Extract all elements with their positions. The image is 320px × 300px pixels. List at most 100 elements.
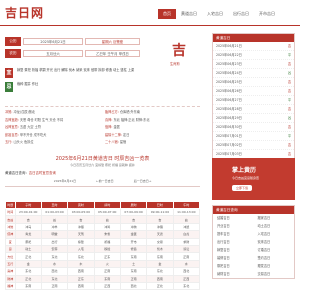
yiji-panel: 宜 嫁娶 祭祀 祈福 求嗣 开光 出行 解除 伐木 纳采 安床 冠带 拆卸 修造… [5, 68, 200, 94]
promo-title: 掌上黄历 [232, 167, 257, 174]
detail-line: 胎神占方: 仓库栖 外东南 [105, 110, 140, 114]
tab-today[interactable]: 2025年6月21日 [54, 179, 76, 183]
table-cell: 正南 [172, 252, 201, 261]
detail-line: 冲煞: 冲龙(戊辰)煞北 [5, 110, 36, 114]
nongli-ganzhi: 乙巳年 壬午月 甲戌日 [85, 50, 140, 57]
sidebar-query-link[interactable]: 嫁娶吉日 [213, 246, 254, 254]
sidebar-query-link[interactable]: 装修吉日 [213, 254, 254, 262]
sidebar-day-item[interactable]: 2025年06月25日 吉 [213, 78, 294, 87]
nav-item-home[interactable]: 首页 [158, 9, 176, 19]
sidebar-day-status: 平 [287, 134, 291, 138]
table-cell: 移徙 [93, 244, 121, 254]
sidebar-query-link[interactable]: 入宅吉日 [254, 230, 295, 238]
query-link[interactable]: 吉日吉时宜忌查询 [29, 171, 56, 175]
sidebar-query-link[interactable]: 纳财吉日 [213, 270, 254, 278]
table-cell: 明堂 [40, 230, 69, 239]
table-cell: 东南 [146, 252, 174, 261]
sidebar-day-item[interactable]: 2025年06月21日 吉 [213, 42, 294, 51]
gongli-tag: 公历 [5, 37, 21, 46]
table-row: 财神 正北 东北 正东 东南 正南 西南 正西 [5, 274, 201, 283]
table-cell: 西北 [172, 267, 201, 276]
detail-line: 二十八宿: 星宿 [105, 140, 127, 144]
table-cell: 入宅 [67, 244, 95, 254]
app-promo-banner[interactable]: 掌上黄历 今日吉凶宜忌随身查 立即下载 [212, 158, 295, 200]
site-header: 吉日网 首页 黄道吉日 入宅吉日 出行吉日 开市吉日 [0, 0, 300, 28]
sidebar-day-item[interactable]: 2025年06月28日 吉 [213, 105, 294, 114]
detail-line: 值神: 金匮 [105, 125, 120, 129]
sidebar-query-link[interactable]: 动土吉日 [254, 222, 295, 230]
detail-line: 喜神: 东北 福神:正北 财神:东北 [105, 117, 150, 122]
sidebar-day-item[interactable]: 2025年06月22日 平 [213, 51, 294, 60]
sidebar-day-item[interactable]: 2025年06月30日 吉 [213, 123, 294, 132]
nongli-date-select[interactable]: 五月廿六 [23, 50, 83, 57]
sidebar-query-link[interactable]: 结婚吉日 [213, 214, 254, 222]
sidebar-day-item[interactable]: 2025年07月01日 平 [213, 132, 294, 141]
sidebar-query-link[interactable]: 搬家吉日 [254, 214, 295, 222]
sidebar-day-item[interactable]: 2025年06月27日 平 [213, 96, 294, 105]
sidebar-query-link[interactable]: 签约吉日 [254, 254, 295, 262]
sidebar-day-date: 2025年06月29日 [216, 116, 242, 120]
sidebar-query-link[interactable]: 开业吉日 [213, 222, 254, 230]
site-logo[interactable]: 吉日网 [5, 4, 44, 21]
sidebar-query-link[interactable]: 祭祀吉日 [213, 262, 254, 270]
section-subtitle: 今日农历五月廿六 宜嫁娶 祭祀 祈福 忌栽种 掘井 [70, 163, 135, 167]
nav-item-ruzhai[interactable]: 入宅吉日 [202, 9, 228, 19]
table-header: 丑时 [40, 201, 69, 209]
sidebar-day-status: 平 [287, 98, 291, 102]
table-cell: 正西 [93, 281, 121, 291]
table-cell: 交易 [146, 237, 174, 246]
table-cell: 东北 [40, 274, 69, 283]
sidebar-day-item[interactable]: 2025年06月24日 凶 [213, 69, 294, 78]
sidebar-day-item[interactable]: 2025年06月23日 吉 [213, 60, 294, 69]
sidebar-day-item[interactable]: 2025年07月02日 吉 [213, 141, 294, 150]
table-cell: 土 [119, 259, 148, 269]
promo-download-button[interactable]: 立即下载 [232, 185, 253, 191]
nav-item-huangdao[interactable]: 黄道吉日 [176, 9, 202, 19]
table-cell: 东南 [14, 281, 42, 291]
sidebar-day-date: 2025年06月26日 [216, 89, 242, 93]
table-cell: 01:00-03:00 [40, 207, 69, 217]
sidebar-day-item[interactable]: 2025年06月29日 凶 [213, 114, 294, 123]
table-cell: 开市 [119, 237, 148, 246]
table-header: 卯时 [93, 201, 121, 209]
table-cell: 天德 [146, 230, 174, 239]
table-cell: 求财 [172, 237, 201, 246]
sidebar-day-date: 2025年06月28日 [216, 107, 242, 111]
ji-text: 栽种 掘井 作灶 [17, 82, 39, 86]
sidebar-query-link[interactable]: 提车吉日 [213, 230, 254, 238]
table-cell: 水 [40, 259, 69, 269]
table-cell: 伐木 [146, 244, 174, 254]
gongli-date-select[interactable]: 2025年6月21日 [23, 38, 83, 45]
table-cell: 09:00-11:00 [146, 207, 174, 217]
table-cell: 东南 [119, 267, 148, 276]
yi-text: 嫁娶 祭祀 祈福 求嗣 开光 出行 解除 伐木 纳采 安床 冠带 拆卸 修造 动… [17, 68, 135, 72]
table-cell: 冲鸡 [93, 222, 121, 232]
detail-line: 建除十二神: 定日 [105, 132, 130, 137]
sidebar-query-link[interactable]: 出行吉日 [213, 238, 254, 246]
sidebar-query-grid: 结婚吉日 搬家吉日 开业吉日 动土吉日 提车吉日 入宅吉日 出行吉日 安床吉日 嫁娶吉日 订婚吉日… [213, 214, 294, 278]
section-title: 2025年6月21日黄道吉日 时辰吉凶一览表 [55, 156, 150, 162]
sidebar-query-link[interactable]: 交易吉日 [254, 270, 295, 278]
sidebar-query-box: 黄道吉日查询 结婚吉日 搬家吉日 开业吉日 动土吉日 提车吉日 入宅吉日 出行吉日 安床吉日嫁… [212, 205, 295, 279]
sidebar-day-date: 2025年07月03日 [216, 152, 242, 156]
table-cell: 东南 [93, 274, 121, 283]
tab-prev-day[interactable]: ←前一日吉日 [96, 179, 114, 183]
table-cell: 03:00-05:00 [67, 207, 95, 217]
sidebar-day-date: 2025年06月30日 [216, 125, 242, 129]
table-cell: 西南 [67, 267, 95, 276]
details-right-column: 胎神占方: 仓库栖 外东南 喜神: 东北 福神:正北 财神:东北 值神: 金匮 … [105, 109, 200, 147]
sidebar-query-link[interactable]: 安床吉日 [254, 238, 295, 246]
nav-item-chuxing[interactable]: 出行吉日 [228, 9, 254, 19]
table-cell: 正东 [67, 274, 95, 283]
table-row: 喜神 东北 西北 西南 正南 东南 东北 西北 [5, 267, 201, 276]
sidebar-query-link[interactable]: 理发吉日 [254, 262, 295, 270]
sidebar-day-item[interactable]: 2025年06月26日 吉 [213, 87, 294, 96]
table-cell: 正北 [14, 274, 42, 283]
nav-item-kaishi[interactable]: 开市吉日 [254, 9, 280, 19]
table-cell: 宜 [5, 237, 16, 246]
table-cell: 天刑 [67, 230, 95, 239]
tab-next-day[interactable]: 后一日吉日→ [134, 179, 152, 183]
sidebar-day-status: 平 [287, 53, 291, 57]
sidebar-query-link[interactable]: 订婚吉日 [254, 246, 295, 254]
table-cell: 西北 [119, 281, 148, 291]
